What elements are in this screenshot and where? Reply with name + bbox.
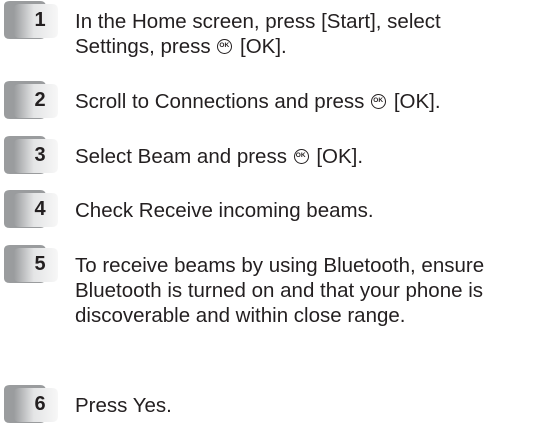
step-text-segment: [OK].	[316, 145, 364, 168]
step-number-badge: 6	[0, 384, 58, 424]
step-number-badge: 2	[0, 80, 58, 120]
step-text-segment: Select Beam and press	[75, 145, 287, 168]
step-text-line: Bluetooth is turned on and that your pho…	[75, 278, 553, 303]
step-text: Check Receive incoming beams.	[75, 198, 553, 223]
step-text: Scroll to Connections and press OK [OK].	[75, 89, 553, 114]
step-text-line: Press Yes.	[75, 393, 553, 418]
ok-key-icon: OK	[293, 149, 309, 164]
step-text-line: Check Receive incoming beams.	[75, 198, 553, 223]
step-text: Press Yes.	[75, 393, 553, 418]
step-number: 3	[34, 144, 46, 166]
step-number: 4	[34, 198, 46, 220]
step-text-segment: [OK].	[240, 35, 287, 58]
step-text-line: Scroll to Connections and press OK [OK].	[75, 89, 553, 114]
ok-key-icon: OK	[217, 39, 233, 54]
step-number: 2	[34, 89, 46, 111]
step-text-segment: discoverable and within close range.	[75, 304, 406, 327]
step-text-segment: Check Receive incoming beams.	[75, 199, 374, 222]
step-number: 6	[34, 393, 46, 415]
step-text-segment: Bluetooth is turned on and that your pho…	[75, 279, 484, 302]
step-text-line: Select Beam and press OK [OK].	[75, 144, 553, 169]
step-text-line: To receive beams by using Bluetooth, ens…	[75, 253, 553, 278]
step-text-segment: In the Home screen, press [Start], selec…	[75, 10, 441, 33]
step-text-line: In the Home screen, press [Start], selec…	[75, 9, 553, 34]
step-text-segment: To receive beams by using Bluetooth, ens…	[75, 254, 485, 277]
ok-key-glyph: OK	[373, 97, 384, 104]
step-text-segment: [OK].	[393, 90, 441, 113]
instruction-steps: 1 In the Home screen, press [Start], sel…	[0, 0, 553, 423]
step-text-segment: Press Yes.	[75, 394, 172, 417]
step-number-badge: 1	[0, 0, 58, 40]
step-number: 1	[34, 9, 46, 31]
step-text-segment: Scroll to Connections and press	[75, 90, 365, 113]
step-number-badge: 3	[0, 135, 58, 175]
step-number-badge: 5	[0, 244, 58, 284]
step-text: To receive beams by using Bluetooth, ens…	[75, 253, 553, 328]
ok-key-glyph: OK	[295, 152, 306, 159]
step-number: 5	[34, 253, 46, 275]
step-text-line: discoverable and within close range.	[75, 303, 553, 328]
step-number-badge: 4	[0, 189, 58, 229]
step-text-line: Settings, press OK [OK].	[75, 34, 553, 59]
ok-key-glyph: OK	[219, 42, 230, 49]
ok-key-icon: OK	[371, 94, 387, 109]
step-text-segment: Settings, press	[75, 35, 211, 58]
step-text: In the Home screen, press [Start], selec…	[75, 9, 553, 59]
step-text: Select Beam and press OK [OK].	[75, 144, 553, 169]
